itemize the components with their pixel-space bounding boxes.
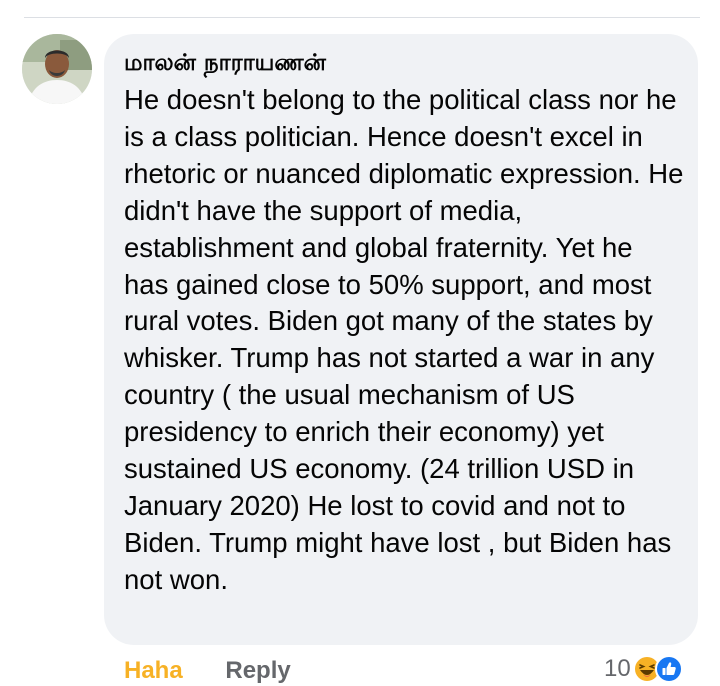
top-divider <box>24 17 700 18</box>
comment-text: He doesn't belong to the political class… <box>124 84 684 595</box>
like-thumb-icon <box>654 655 683 683</box>
comment-bubble: மாலன் நாராயணன் He doesn't belong to the … <box>104 34 698 645</box>
comment-author[interactable]: மாலன் நாராயணன் <box>124 48 678 78</box>
avatar[interactable] <box>22 34 92 104</box>
reply-button[interactable]: Reply <box>225 656 290 686</box>
avatar-photo <box>22 34 92 104</box>
comment-actions: Haha Reply <box>124 656 291 686</box>
reaction-button[interactable]: Haha <box>124 656 183 686</box>
reaction-summary[interactable]: 10 <box>604 654 683 684</box>
reaction-count: 10 <box>604 655 631 682</box>
